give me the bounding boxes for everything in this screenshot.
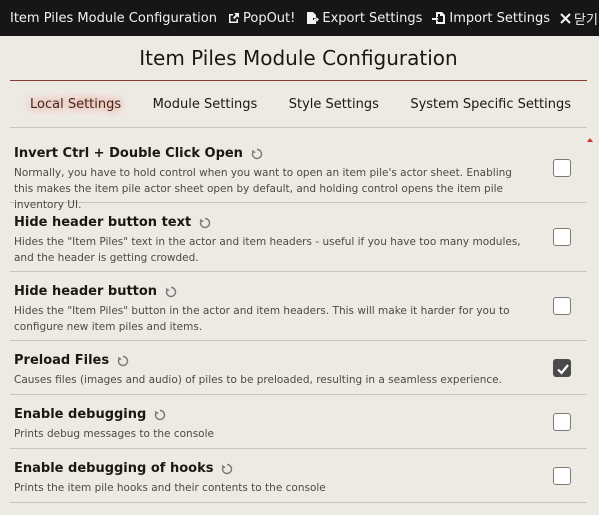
setting-checkbox[interactable] [553,466,571,485]
setting-label-text: Invert Ctrl + Double Click Open [14,146,243,161]
setting-label-text: Hide header button [14,284,158,299]
setting-enable-debugging-hooks: Enable debugging of hooks Prints the ite… [10,449,587,503]
setting-checkbox[interactable] [553,358,571,377]
setting-invert-ctrl: Invert Ctrl + Double Click Open Normally… [10,134,587,211]
setting-label-text: Enable debugging of hooks [14,461,214,476]
setting-preload-files: Preload Files Causes files (images and a… [10,341,587,395]
setting-label-text: Hide header button text [14,215,192,230]
export-settings-button[interactable]: Export Settings [305,11,422,26]
close-icon [560,12,571,24]
window-titlebar[interactable]: Item Piles Module Configuration PopOut! … [0,0,599,36]
config-window: Item Piles Module Configuration PopOut! … [0,0,599,515]
popout-button[interactable]: PopOut! [227,11,295,26]
export-settings-label: Export Settings [322,10,423,26]
setting-hide-header-button-text: Hide header button text Hides the "Item … [10,203,587,272]
popout-label: PopOut! [242,10,296,26]
settings-list[interactable]: Invert Ctrl + Double Click Open Normally… [10,128,593,503]
setting-checkbox[interactable] [553,159,571,177]
setting-hint: Causes files (images and audio) of piles… [14,374,502,386]
setting-checkbox[interactable] [553,412,571,431]
setting-enable-debugging: Enable debugging Prints debug messages t… [10,395,587,449]
setting-hint: Hides the "Item Piles" text in the actor… [14,236,521,264]
reset-icon[interactable] [199,217,211,229]
setting-label: Preload Files [14,353,129,368]
reset-icon[interactable] [117,355,129,367]
setting-hint: Prints the item pile hooks and their con… [14,482,326,494]
window-title: Item Piles Module Configuration [10,10,217,26]
close-button[interactable]: 닫기 [560,9,598,28]
close-label: 닫기 [573,12,598,28]
settings-tabs: Local Settings Module Settings Style Set… [10,81,587,128]
window-content: Item Piles Module Configuration Local Se… [0,36,599,515]
setting-checkbox[interactable] [553,228,571,246]
tab-style-settings[interactable]: Style Settings [289,97,379,112]
reset-icon[interactable] [221,463,233,475]
setting-hint: Hides the "Item Piles" button in the act… [14,305,510,333]
reset-icon[interactable] [165,286,177,298]
import-settings-label: Import Settings [449,10,550,26]
file-export-icon [305,11,320,25]
page-title: Item Piles Module Configuration [139,46,458,70]
setting-label-text: Preload Files [14,353,110,368]
setting-label-text: Enable debugging [14,407,147,422]
scroll-up-indicator-icon[interactable] [587,138,593,142]
reset-icon[interactable] [154,409,166,421]
setting-label: Enable debugging of hooks [14,461,233,476]
tab-local-settings[interactable]: Local Settings [30,97,121,112]
external-link-icon [227,12,240,25]
file-import-icon [432,11,446,25]
tab-module-settings[interactable]: Module Settings [153,97,258,112]
checkmark-icon [557,363,569,375]
setting-hide-header-button: Hide header button Hides the "Item Piles… [10,272,587,341]
setting-label: Invert Ctrl + Double Click Open [14,146,263,161]
setting-label: Enable debugging [14,407,166,422]
setting-hint: Prints debug messages to the console [14,428,214,440]
setting-label: Hide header button text [14,215,211,230]
import-settings-button[interactable]: Import Settings [432,11,550,26]
reset-icon[interactable] [251,148,263,160]
setting-checkbox[interactable] [553,297,571,315]
tab-system-specific-settings[interactable]: System Specific Settings [410,97,571,112]
setting-label: Hide header button [14,284,177,299]
